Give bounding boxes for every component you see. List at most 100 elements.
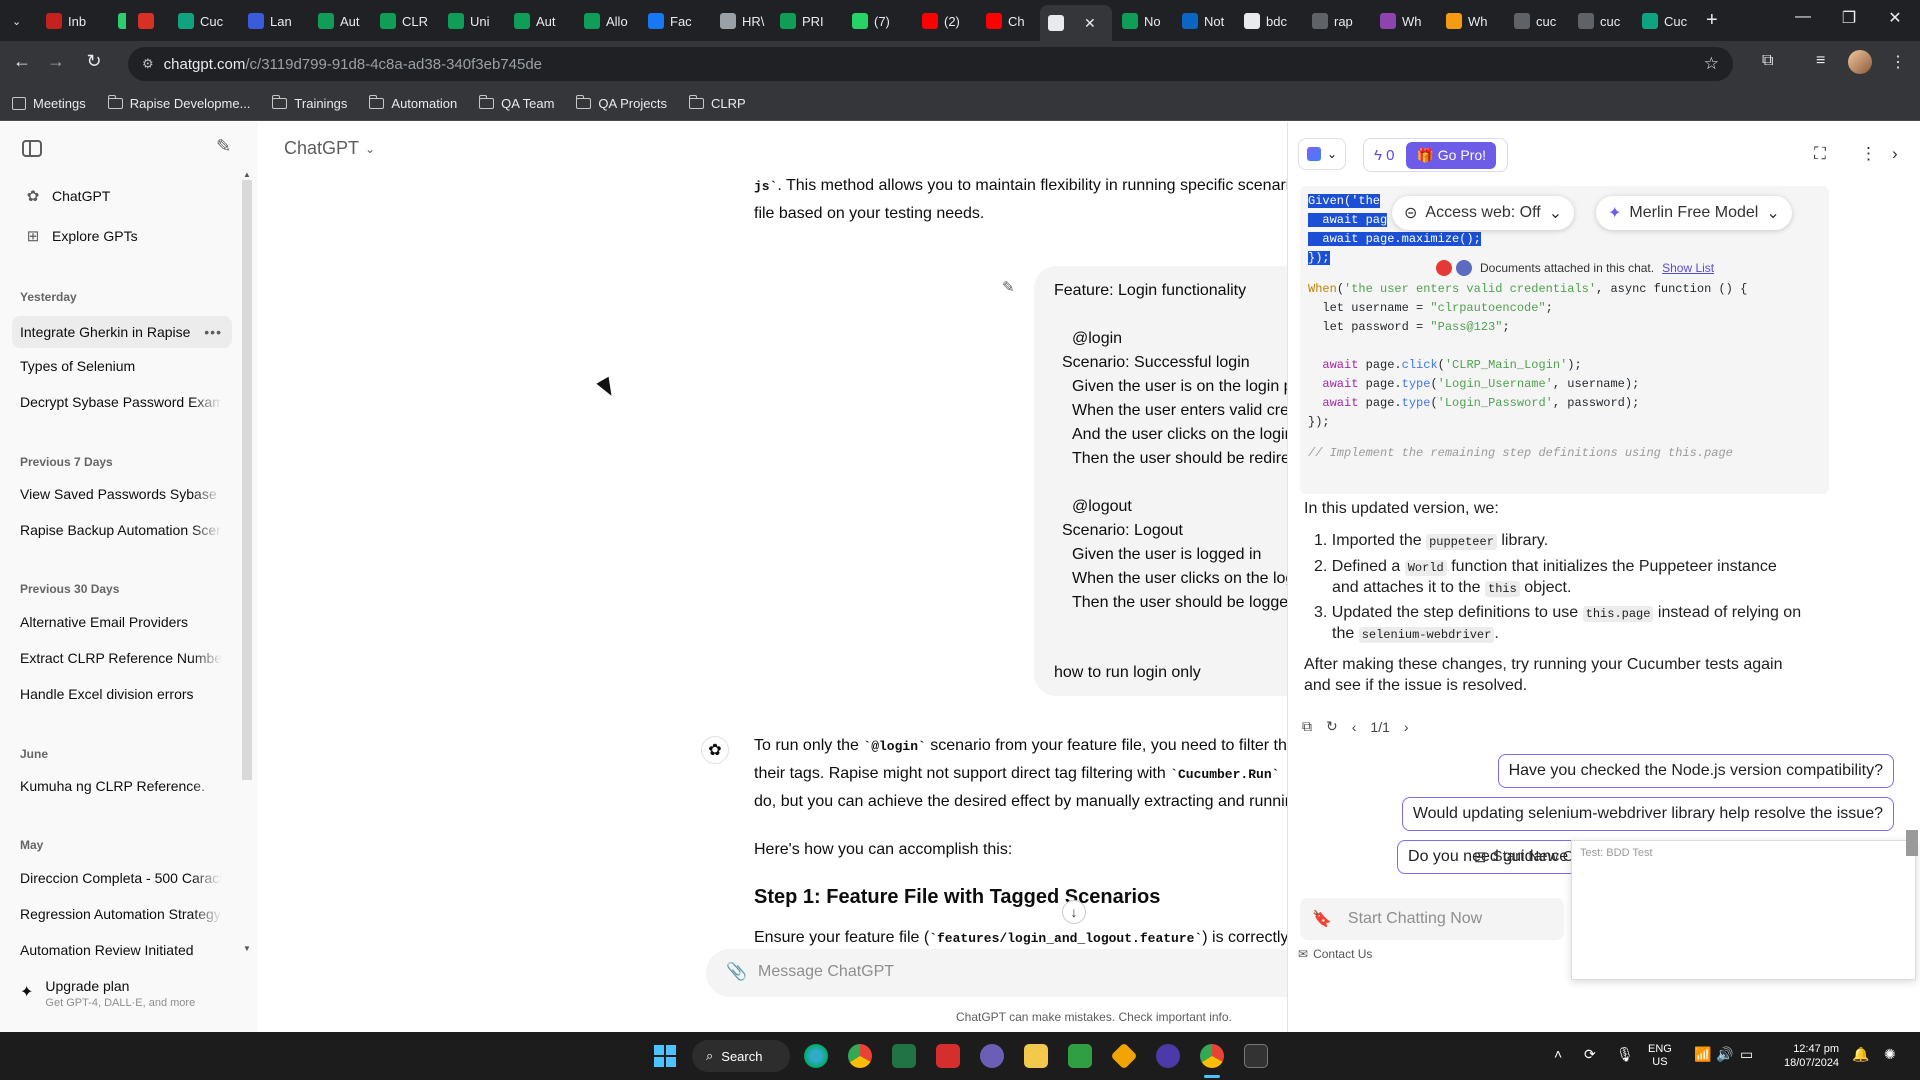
copy-icon[interactable]: ⧉: [1302, 718, 1312, 735]
close-tab-icon[interactable]: ✕: [1084, 15, 1096, 32]
battery-icon[interactable]: ▭: [1740, 1046, 1753, 1063]
go-pro-button[interactable]: 🎁 Go Pro!: [1406, 141, 1497, 169]
github-icon[interactable]: [1156, 1044, 1180, 1068]
more-options-icon[interactable]: ⋮: [1860, 144, 1877, 164]
scroll-to-bottom-button[interactable]: ↓: [1062, 900, 1086, 924]
new-chat-icon[interactable]: ✎: [216, 136, 231, 157]
browser-tab[interactable]: [130, 8, 166, 34]
history-item[interactable]: View Saved Passwords Sybase: [20, 486, 222, 502]
sidebar-scrollbar-thumb[interactable]: [242, 180, 252, 780]
access-web-toggle[interactable]: ⊝ Access web: Off ⌄: [1392, 196, 1575, 230]
bookmark-rapise-development[interactable]: Rapise Developme...: [107, 95, 250, 111]
restore-button[interactable]: ❐: [1826, 8, 1872, 28]
file-explorer-icon[interactable]: [1024, 1044, 1048, 1068]
address-bar[interactable]: ⚙ chatgpt.com/c/3119d799-91d8-4c8a-ad38-…: [128, 47, 1733, 81]
browser-tab[interactable]: cuc: [1506, 8, 1566, 34]
attach-file-icon[interactable]: 📎: [726, 962, 747, 982]
reload-icon[interactable]: ↻: [82, 51, 106, 72]
close-window-button[interactable]: ✕: [1872, 8, 1918, 28]
volume-icon[interactable]: 🔊: [1716, 1046, 1733, 1063]
sidebar-item-explore-gpts[interactable]: ⊞ Explore GPTs: [12, 221, 232, 251]
model-selector[interactable]: ChatGPT ⌄: [284, 138, 375, 159]
edge-icon[interactable]: [804, 1044, 828, 1068]
language-indicator[interactable]: ENG US: [1648, 1043, 1672, 1069]
profile-avatar[interactable]: [1848, 50, 1872, 74]
message-composer[interactable]: 📎 Message ChatGPT: [706, 949, 1287, 997]
suggestion-chip[interactable]: Have you checked the Node.js version com…: [1497, 754, 1894, 788]
forward-icon[interactable]: →: [44, 51, 68, 72]
merlin-logo-menu[interactable]: ⌄: [1298, 138, 1346, 170]
browser-tab[interactable]: Aut: [310, 8, 368, 34]
microphone-icon[interactable]: 🎙: [1616, 1046, 1634, 1063]
scroll-down-arrow-icon[interactable]: ▼: [243, 944, 251, 953]
browser-tab[interactable]: Uni: [440, 8, 502, 34]
history-item[interactable]: Automation Review Initiated: [20, 942, 222, 958]
history-item[interactable]: Handle Excel division errors: [20, 686, 222, 702]
extensions-icon[interactable]: ⧉: [1762, 52, 1773, 70]
browser-tab[interactable]: ✕: [1040, 5, 1112, 41]
browser-tab[interactable]: bdc: [1236, 8, 1300, 34]
prev-page-icon[interactable]: ‹: [1352, 719, 1357, 735]
back-icon[interactable]: ←: [10, 51, 34, 72]
bookmark-icon[interactable]: 🔖: [1312, 909, 1332, 929]
panel-scrollbar-thumb[interactable]: [1906, 830, 1918, 856]
browser-tab[interactable]: Wh: [1438, 8, 1502, 34]
browser-tab[interactable]: Cuc: [1634, 8, 1694, 34]
app-red-icon[interactable]: [936, 1044, 960, 1068]
copilot-icon[interactable]: ✺: [1884, 1046, 1896, 1063]
start-new-chat-button[interactable]: ⊟ Start New C: [1474, 848, 1573, 866]
bookmark-meetings[interactable]: Meetings: [12, 96, 86, 111]
browser-tab[interactable]: No: [1114, 8, 1170, 34]
suggestion-chip[interactable]: Would updating selenium-webdriver librar…: [1401, 797, 1894, 831]
site-info-icon[interactable]: ⚙: [142, 56, 154, 72]
browser-tab[interactable]: cuc: [1570, 8, 1630, 34]
browser-tab[interactable]: Fac: [640, 8, 708, 34]
upgrade-plan-button[interactable]: ✦ Upgrade plan Get GPT-4, DALL·E, and mo…: [20, 978, 195, 1009]
bookmark-automation[interactable]: Automation: [369, 95, 457, 111]
sidebar-toggle-icon[interactable]: [22, 140, 42, 157]
browser-tab[interactable]: CLR: [372, 8, 436, 34]
history-item[interactable]: Kumuha ng CLRP Reference.: [20, 778, 222, 794]
history-item[interactable]: Rapise Backup Automation Scenario: [20, 522, 222, 538]
sync-icon[interactable]: ⟳: [1584, 1046, 1596, 1063]
wifi-icon[interactable]: 📶: [1694, 1046, 1711, 1063]
browser-tab[interactable]: Inb: [38, 8, 106, 34]
browser-tab[interactable]: rap: [1304, 8, 1368, 34]
bookmark-clrp[interactable]: CLRP: [689, 95, 746, 111]
bookmark-qa-team[interactable]: QA Team: [479, 95, 554, 111]
regenerate-icon[interactable]: ↻: [1326, 718, 1338, 735]
browser-tab[interactable]: (2): [914, 8, 974, 34]
history-item-active[interactable]: Integrate Gherkin in Rapise •••: [12, 316, 232, 348]
browser-tab[interactable]: Wh: [1372, 8, 1434, 34]
screenshot-icon[interactable]: ⛶: [1814, 144, 1826, 164]
browser-tab[interactable]: [110, 8, 126, 34]
browser-tab[interactable]: Cuc: [170, 8, 236, 34]
browser-tab[interactable]: Lan: [240, 8, 306, 34]
app-purple-icon[interactable]: [980, 1044, 1004, 1068]
excel-icon[interactable]: [892, 1044, 916, 1068]
edit-message-icon[interactable]: ✎: [1002, 278, 1015, 296]
history-item[interactable]: Types of Selenium: [20, 358, 222, 374]
merlin-model-selector[interactable]: ✦ Merlin Free Model ⌄: [1596, 196, 1792, 230]
sidebar-item-chatgpt[interactable]: ✿ ChatGPT: [12, 181, 232, 211]
merlin-chat-input[interactable]: 🔖 Start Chatting Now: [1300, 898, 1564, 940]
windows-start-icon[interactable]: [654, 1045, 676, 1067]
history-item[interactable]: Extract CLRP Reference Numbers: [20, 650, 222, 666]
app-diamond-icon[interactable]: [1110, 1042, 1138, 1070]
browser-tab[interactable]: HR\: [712, 8, 768, 34]
terminal-icon[interactable]: [1244, 1044, 1268, 1068]
taskbar-clock[interactable]: 12:47 pm 18/07/2024: [1784, 1042, 1839, 1070]
browser-tab[interactable]: PRI: [772, 8, 840, 34]
media-control-icon[interactable]: ≡: [1816, 52, 1825, 70]
browser-tab[interactable]: Allo: [576, 8, 636, 34]
tab-search-button[interactable]: ⌄: [0, 8, 32, 34]
browser-tab[interactable]: Aut: [506, 8, 572, 34]
taskbar-search[interactable]: ⌕ Search: [692, 1040, 790, 1072]
history-item[interactable]: Alternative Email Providers: [20, 614, 222, 630]
scroll-up-arrow-icon[interactable]: ▲: [243, 170, 251, 179]
notification-bell-icon[interactable]: 🔔: [1852, 1046, 1869, 1063]
minimize-button[interactable]: —: [1780, 8, 1826, 26]
contact-us-link[interactable]: ✉ Contact Us: [1298, 947, 1372, 961]
browser-menu-icon[interactable]: ⋮: [1890, 52, 1906, 72]
new-tab-button[interactable]: +: [1706, 9, 1718, 32]
